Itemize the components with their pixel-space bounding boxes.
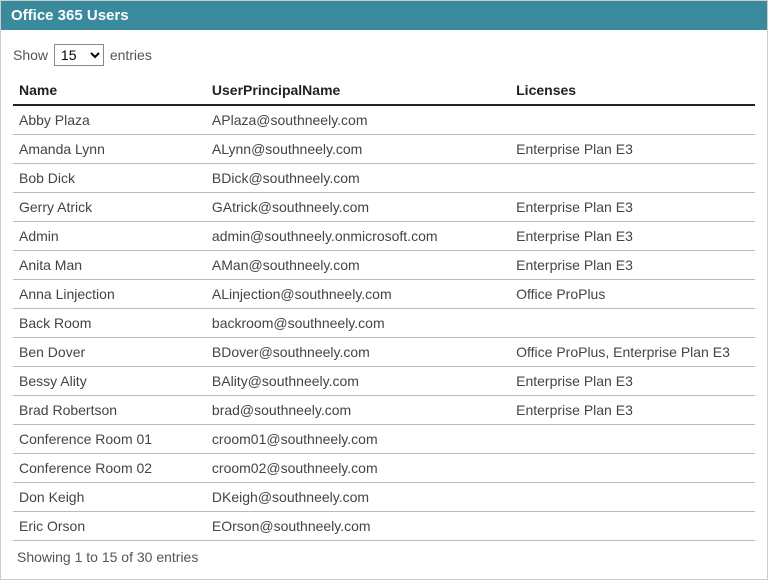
cell-name: Ben Dover (13, 338, 206, 367)
users-panel: Office 365 Users Show 10152550100 entrie… (0, 0, 768, 580)
cell-name: Anita Man (13, 251, 206, 280)
cell-name: Abby Plaza (13, 105, 206, 135)
table-row[interactable]: Adminadmin@southneely.onmicrosoft.comEnt… (13, 222, 755, 251)
cell-name: Eric Orson (13, 512, 206, 541)
cell-name: Amanda Lynn (13, 135, 206, 164)
cell-upn: BAlity@southneely.com (206, 367, 510, 396)
cell-licenses: Enterprise Plan E3 (510, 251, 755, 280)
cell-name: Don Keigh (13, 483, 206, 512)
cell-upn: EOrson@southneely.com (206, 512, 510, 541)
cell-licenses (510, 164, 755, 193)
cell-licenses (510, 512, 755, 541)
cell-name: Back Room (13, 309, 206, 338)
col-header-licenses[interactable]: Licenses (510, 76, 755, 105)
cell-upn: ALynn@southneely.com (206, 135, 510, 164)
cell-upn: brad@southneely.com (206, 396, 510, 425)
cell-upn: DKeigh@southneely.com (206, 483, 510, 512)
table-row[interactable]: Eric OrsonEOrson@southneely.com (13, 512, 755, 541)
page-length-select[interactable]: 10152550100 (54, 44, 104, 66)
cell-upn: GAtrick@southneely.com (206, 193, 510, 222)
table-row[interactable]: Anna LinjectionALinjection@southneely.co… (13, 280, 755, 309)
cell-licenses: Enterprise Plan E3 (510, 193, 755, 222)
cell-upn: BDick@southneely.com (206, 164, 510, 193)
cell-upn: admin@southneely.onmicrosoft.com (206, 222, 510, 251)
table-header-row: Name UserPrincipalName Licenses (13, 76, 755, 105)
cell-licenses: Office ProPlus (510, 280, 755, 309)
cell-licenses: Enterprise Plan E3 (510, 367, 755, 396)
cell-licenses (510, 105, 755, 135)
panel-body: Show 10152550100 entries Name UserPrinci… (1, 30, 767, 579)
cell-name: Conference Room 01 (13, 425, 206, 454)
cell-upn: croom01@southneely.com (206, 425, 510, 454)
cell-name: Admin (13, 222, 206, 251)
cell-name: Gerry Atrick (13, 193, 206, 222)
length-prefix: Show (13, 47, 48, 63)
table-row[interactable]: Ben DoverBDover@southneely.comOffice Pro… (13, 338, 755, 367)
page-length-control: Show 10152550100 entries (13, 44, 755, 66)
table-row[interactable]: Back Roombackroom@southneely.com (13, 309, 755, 338)
table-row[interactable]: Don KeighDKeigh@southneely.com (13, 483, 755, 512)
cell-upn: APlaza@southneely.com (206, 105, 510, 135)
table-row[interactable]: Bessy AlityBAlity@southneely.comEnterpri… (13, 367, 755, 396)
table-row[interactable]: Brad Robertsonbrad@southneely.comEnterpr… (13, 396, 755, 425)
cell-upn: croom02@southneely.com (206, 454, 510, 483)
table-row[interactable]: Conference Room 01croom01@southneely.com (13, 425, 755, 454)
cell-licenses (510, 425, 755, 454)
table-row[interactable]: Bob DickBDick@southneely.com (13, 164, 755, 193)
cell-upn: ALinjection@southneely.com (206, 280, 510, 309)
cell-licenses (510, 454, 755, 483)
cell-name: Bessy Ality (13, 367, 206, 396)
table-row[interactable]: Gerry AtrickGAtrick@southneely.comEnterp… (13, 193, 755, 222)
col-header-upn[interactable]: UserPrincipalName (206, 76, 510, 105)
cell-name: Anna Linjection (13, 280, 206, 309)
table-row[interactable]: Amanda LynnALynn@southneely.comEnterpris… (13, 135, 755, 164)
cell-name: Conference Room 02 (13, 454, 206, 483)
cell-upn: BDover@southneely.com (206, 338, 510, 367)
table-row[interactable]: Conference Room 02croom02@southneely.com (13, 454, 755, 483)
col-header-name[interactable]: Name (13, 76, 206, 105)
cell-name: Brad Robertson (13, 396, 206, 425)
table-row[interactable]: Abby PlazaAPlaza@southneely.com (13, 105, 755, 135)
length-suffix: entries (110, 47, 152, 63)
table-info: Showing 1 to 15 of 30 entries (13, 541, 755, 571)
cell-licenses: Enterprise Plan E3 (510, 396, 755, 425)
cell-upn: AMan@southneely.com (206, 251, 510, 280)
cell-licenses (510, 483, 755, 512)
cell-licenses: Enterprise Plan E3 (510, 222, 755, 251)
cell-licenses: Enterprise Plan E3 (510, 135, 755, 164)
table-row[interactable]: Anita ManAMan@southneely.comEnterprise P… (13, 251, 755, 280)
cell-licenses (510, 309, 755, 338)
cell-licenses: Office ProPlus, Enterprise Plan E3 (510, 338, 755, 367)
users-table: Name UserPrincipalName Licenses Abby Pla… (13, 76, 755, 541)
cell-upn: backroom@southneely.com (206, 309, 510, 338)
panel-title: Office 365 Users (1, 1, 767, 30)
cell-name: Bob Dick (13, 164, 206, 193)
